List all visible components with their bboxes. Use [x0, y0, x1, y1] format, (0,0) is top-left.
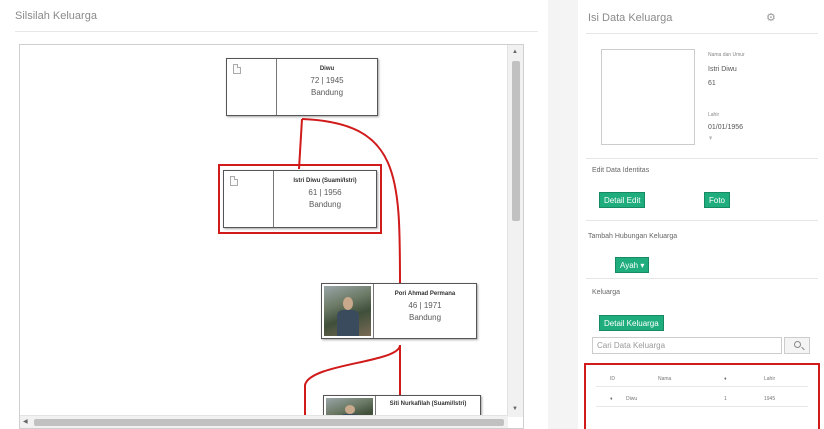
- scrollbar-thumb[interactable]: [34, 419, 504, 426]
- name-label: Nama dan Umur: [708, 52, 745, 58]
- person-age-year: 72 | 1945: [310, 76, 344, 85]
- family-tree-panel: Silsilah Keluarga Diwu 72 | 1945 Bandung…: [0, 0, 548, 429]
- page: Silsilah Keluarga Diwu 72 | 1945 Bandung…: [0, 0, 824, 429]
- divider: [586, 220, 818, 221]
- vertical-scrollbar[interactable]: ▲ ▼: [507, 45, 523, 417]
- image-placeholder-icon: [233, 64, 241, 74]
- table-header-row: ID Nama ♦ Lahir: [596, 371, 808, 387]
- person-place: Bandung: [308, 200, 342, 209]
- divider: [586, 278, 818, 279]
- person-name: Diwu: [319, 66, 335, 72]
- gear-icon[interactable]: ⚙: [766, 11, 776, 24]
- family-table: ID Nama ♦ Lahir ♦ Diwu 1 1945: [584, 363, 820, 429]
- table-row[interactable]: ♦ Diwu 1 1945: [596, 391, 808, 407]
- scroll-up-icon[interactable]: ▲: [512, 48, 518, 56]
- image-placeholder-icon: [230, 176, 238, 186]
- column-header[interactable]: ID: [610, 376, 615, 382]
- person-photo: [322, 284, 374, 338]
- column-header[interactable]: Nama: [658, 376, 671, 382]
- scroll-down-icon[interactable]: ▼: [512, 405, 518, 413]
- name-value: Istri Diwu: [708, 66, 737, 73]
- panel-title: Silsilah Keluarga: [15, 10, 97, 22]
- person-place: Bandung: [408, 313, 442, 322]
- person-age-year: 61 | 1956: [308, 188, 342, 197]
- person-card[interactable]: Diwu 72 | 1945 Bandung: [226, 58, 378, 116]
- section-label: Tambah Hubungan Keluarga: [588, 233, 678, 240]
- panel-title: Isi Data Keluarga: [588, 12, 673, 24]
- person-card[interactable]: Pori Ahmad Permana 46 | 1971 Bandung: [321, 283, 477, 339]
- divider: [586, 158, 818, 159]
- detail-edit-button[interactable]: Detail Edit: [599, 192, 646, 208]
- section-label: Edit Data Identitas: [592, 167, 650, 174]
- scrollbar-thumb[interactable]: [512, 61, 520, 221]
- person-name: Istri Diwu (Suami/Istri): [293, 178, 357, 184]
- add-relation-dropdown[interactable]: Ayah ▾: [615, 257, 650, 273]
- divider: [15, 31, 538, 32]
- age-value: 61: [708, 80, 716, 87]
- search-button[interactable]: [784, 337, 810, 354]
- photo-button[interactable]: Foto: [704, 192, 731, 208]
- person-photo: [224, 171, 274, 227]
- tree-viewport[interactable]: Diwu 72 | 1945 Bandung Istri Diwu (Suami…: [19, 44, 524, 429]
- table-cell: 1945: [764, 396, 776, 402]
- horizontal-scrollbar[interactable]: ◀: [20, 415, 508, 428]
- gender-value: ♀: [708, 135, 714, 142]
- birth-label: Lahir: [708, 112, 720, 118]
- table-cell: ♦: [610, 396, 613, 402]
- person-card-selected[interactable]: Istri Diwu (Suami/Istri) 61 | 1956 Bandu…: [223, 170, 377, 228]
- divider: [586, 33, 818, 34]
- tree-canvas: Diwu 72 | 1945 Bandung Istri Diwu (Suami…: [20, 45, 508, 428]
- person-photo-image: [324, 286, 371, 336]
- column-header[interactable]: Lahir: [764, 376, 775, 382]
- person-name: Siti Nurkafilah (Suami/Istri): [389, 401, 467, 407]
- detail-family-button[interactable]: Detail Keluarga: [599, 315, 664, 331]
- birth-value: 01/01/1956: [708, 124, 744, 131]
- scroll-left-icon[interactable]: ◀: [23, 418, 28, 426]
- family-data-panel: Isi Data Keluarga ⚙ Nama dan Umur Istri …: [578, 0, 824, 429]
- person-photo: [227, 59, 277, 115]
- profile-photo: [601, 49, 695, 145]
- family-search-input[interactable]: Cari Data Keluarga: [592, 337, 782, 354]
- table-cell: Diwu: [626, 396, 638, 402]
- relation-line: [298, 118, 303, 170]
- search-icon: [794, 341, 801, 348]
- person-age-year: 46 | 1971: [408, 301, 442, 310]
- person-place: Bandung: [310, 88, 344, 97]
- column-header[interactable]: ♦: [724, 376, 727, 382]
- person-name: Pori Ahmad Permana: [394, 291, 456, 297]
- section-label: Keluarga: [592, 289, 621, 296]
- table-cell: 1: [724, 396, 727, 402]
